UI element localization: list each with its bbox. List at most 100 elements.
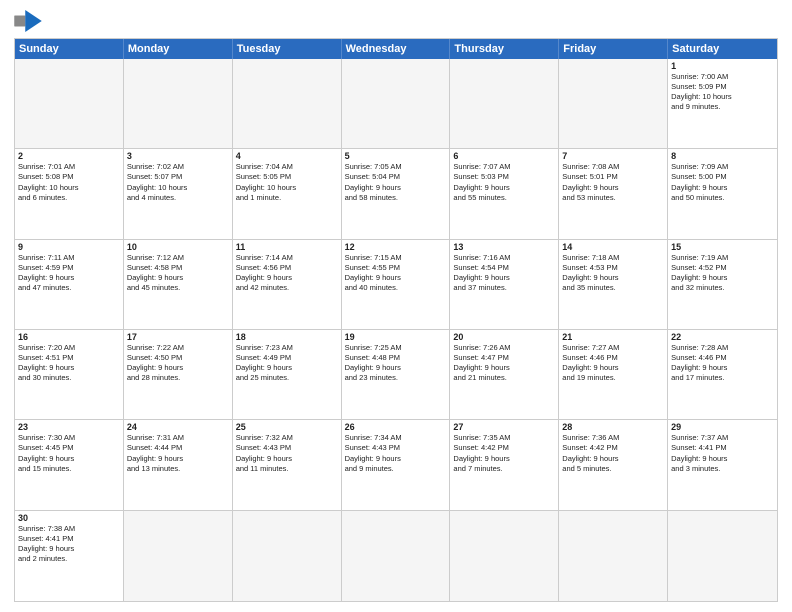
cell-content: Sunrise: 7:18 AMSunset: 4:53 PMDaylight:… (562, 253, 664, 294)
weekday-header-monday: Monday (124, 39, 233, 59)
day-number: 9 (18, 242, 120, 252)
day-number: 20 (453, 332, 555, 342)
table-row (450, 59, 559, 149)
cell-content: Sunrise: 7:07 AMSunset: 5:03 PMDaylight:… (453, 162, 555, 203)
day-number: 29 (671, 422, 774, 432)
table-row: 3Sunrise: 7:02 AMSunset: 5:07 PMDaylight… (124, 149, 233, 239)
table-row (450, 511, 559, 601)
table-row: 25Sunrise: 7:32 AMSunset: 4:43 PMDayligh… (233, 420, 342, 510)
weekday-header-saturday: Saturday (668, 39, 777, 59)
cell-content: Sunrise: 7:11 AMSunset: 4:59 PMDaylight:… (18, 253, 120, 294)
day-number: 7 (562, 151, 664, 161)
day-number: 11 (236, 242, 338, 252)
table-row: 15Sunrise: 7:19 AMSunset: 4:52 PMDayligh… (668, 240, 777, 330)
cell-content: Sunrise: 7:05 AMSunset: 5:04 PMDaylight:… (345, 162, 447, 203)
calendar-body: 1Sunrise: 7:00 AMSunset: 5:09 PMDaylight… (15, 59, 777, 601)
cell-content: Sunrise: 7:02 AMSunset: 5:07 PMDaylight:… (127, 162, 229, 203)
table-row: 19Sunrise: 7:25 AMSunset: 4:48 PMDayligh… (342, 330, 451, 420)
table-row: 7Sunrise: 7:08 AMSunset: 5:01 PMDaylight… (559, 149, 668, 239)
day-number: 13 (453, 242, 555, 252)
day-number: 3 (127, 151, 229, 161)
day-number: 12 (345, 242, 447, 252)
day-number: 15 (671, 242, 774, 252)
table-row (15, 59, 124, 149)
table-row: 13Sunrise: 7:16 AMSunset: 4:54 PMDayligh… (450, 240, 559, 330)
table-row (342, 59, 451, 149)
day-number: 4 (236, 151, 338, 161)
table-row: 10Sunrise: 7:12 AMSunset: 4:58 PMDayligh… (124, 240, 233, 330)
weekday-header-tuesday: Tuesday (233, 39, 342, 59)
header (14, 10, 778, 32)
table-row: 26Sunrise: 7:34 AMSunset: 4:43 PMDayligh… (342, 420, 451, 510)
day-number: 26 (345, 422, 447, 432)
table-row: 4Sunrise: 7:04 AMSunset: 5:05 PMDaylight… (233, 149, 342, 239)
table-row (233, 511, 342, 601)
day-number: 24 (127, 422, 229, 432)
cell-content: Sunrise: 7:09 AMSunset: 5:00 PMDaylight:… (671, 162, 774, 203)
cell-content: Sunrise: 7:12 AMSunset: 4:58 PMDaylight:… (127, 253, 229, 294)
table-row (233, 59, 342, 149)
cell-content: Sunrise: 7:01 AMSunset: 5:08 PMDaylight:… (18, 162, 120, 203)
table-row: 9Sunrise: 7:11 AMSunset: 4:59 PMDaylight… (15, 240, 124, 330)
cell-content: Sunrise: 7:32 AMSunset: 4:43 PMDaylight:… (236, 433, 338, 474)
day-number: 27 (453, 422, 555, 432)
table-row: 14Sunrise: 7:18 AMSunset: 4:53 PMDayligh… (559, 240, 668, 330)
day-number: 17 (127, 332, 229, 342)
day-number: 25 (236, 422, 338, 432)
cell-content: Sunrise: 7:22 AMSunset: 4:50 PMDaylight:… (127, 343, 229, 384)
table-row: 18Sunrise: 7:23 AMSunset: 4:49 PMDayligh… (233, 330, 342, 420)
table-row: 21Sunrise: 7:27 AMSunset: 4:46 PMDayligh… (559, 330, 668, 420)
table-row: 17Sunrise: 7:22 AMSunset: 4:50 PMDayligh… (124, 330, 233, 420)
cell-content: Sunrise: 7:20 AMSunset: 4:51 PMDaylight:… (18, 343, 120, 384)
day-number: 10 (127, 242, 229, 252)
day-number: 2 (18, 151, 120, 161)
cell-content: Sunrise: 7:14 AMSunset: 4:56 PMDaylight:… (236, 253, 338, 294)
table-row (124, 511, 233, 601)
day-number: 1 (671, 61, 774, 71)
cell-content: Sunrise: 7:26 AMSunset: 4:47 PMDaylight:… (453, 343, 555, 384)
cell-content: Sunrise: 7:30 AMSunset: 4:45 PMDaylight:… (18, 433, 120, 474)
table-row: 20Sunrise: 7:26 AMSunset: 4:47 PMDayligh… (450, 330, 559, 420)
cell-content: Sunrise: 7:36 AMSunset: 4:42 PMDaylight:… (562, 433, 664, 474)
day-number: 18 (236, 332, 338, 342)
cell-content: Sunrise: 7:34 AMSunset: 4:43 PMDaylight:… (345, 433, 447, 474)
table-row (559, 59, 668, 149)
day-number: 8 (671, 151, 774, 161)
table-row (559, 511, 668, 601)
day-number: 23 (18, 422, 120, 432)
page: SundayMondayTuesdayWednesdayThursdayFrid… (0, 0, 792, 612)
day-number: 28 (562, 422, 664, 432)
logo (14, 10, 46, 32)
cell-content: Sunrise: 7:00 AMSunset: 5:09 PMDaylight:… (671, 72, 774, 113)
table-row: 27Sunrise: 7:35 AMSunset: 4:42 PMDayligh… (450, 420, 559, 510)
cell-content: Sunrise: 7:31 AMSunset: 4:44 PMDaylight:… (127, 433, 229, 474)
day-number: 6 (453, 151, 555, 161)
weekday-header-sunday: Sunday (15, 39, 124, 59)
day-number: 19 (345, 332, 447, 342)
weekday-header-thursday: Thursday (450, 39, 559, 59)
weekday-header-wednesday: Wednesday (342, 39, 451, 59)
cell-content: Sunrise: 7:08 AMSunset: 5:01 PMDaylight:… (562, 162, 664, 203)
day-number: 22 (671, 332, 774, 342)
cell-content: Sunrise: 7:38 AMSunset: 4:41 PMDaylight:… (18, 524, 120, 565)
table-row: 29Sunrise: 7:37 AMSunset: 4:41 PMDayligh… (668, 420, 777, 510)
day-number: 16 (18, 332, 120, 342)
table-row (668, 511, 777, 601)
day-number: 30 (18, 513, 120, 523)
table-row: 11Sunrise: 7:14 AMSunset: 4:56 PMDayligh… (233, 240, 342, 330)
calendar: SundayMondayTuesdayWednesdayThursdayFrid… (14, 38, 778, 602)
table-row: 5Sunrise: 7:05 AMSunset: 5:04 PMDaylight… (342, 149, 451, 239)
cell-content: Sunrise: 7:28 AMSunset: 4:46 PMDaylight:… (671, 343, 774, 384)
table-row: 8Sunrise: 7:09 AMSunset: 5:00 PMDaylight… (668, 149, 777, 239)
table-row: 22Sunrise: 7:28 AMSunset: 4:46 PMDayligh… (668, 330, 777, 420)
logo-icon (14, 10, 42, 32)
table-row: 12Sunrise: 7:15 AMSunset: 4:55 PMDayligh… (342, 240, 451, 330)
weekday-header-friday: Friday (559, 39, 668, 59)
table-row: 1Sunrise: 7:00 AMSunset: 5:09 PMDaylight… (668, 59, 777, 149)
cell-content: Sunrise: 7:15 AMSunset: 4:55 PMDaylight:… (345, 253, 447, 294)
table-row (342, 511, 451, 601)
table-row (124, 59, 233, 149)
cell-content: Sunrise: 7:27 AMSunset: 4:46 PMDaylight:… (562, 343, 664, 384)
table-row: 30Sunrise: 7:38 AMSunset: 4:41 PMDayligh… (15, 511, 124, 601)
table-row: 16Sunrise: 7:20 AMSunset: 4:51 PMDayligh… (15, 330, 124, 420)
